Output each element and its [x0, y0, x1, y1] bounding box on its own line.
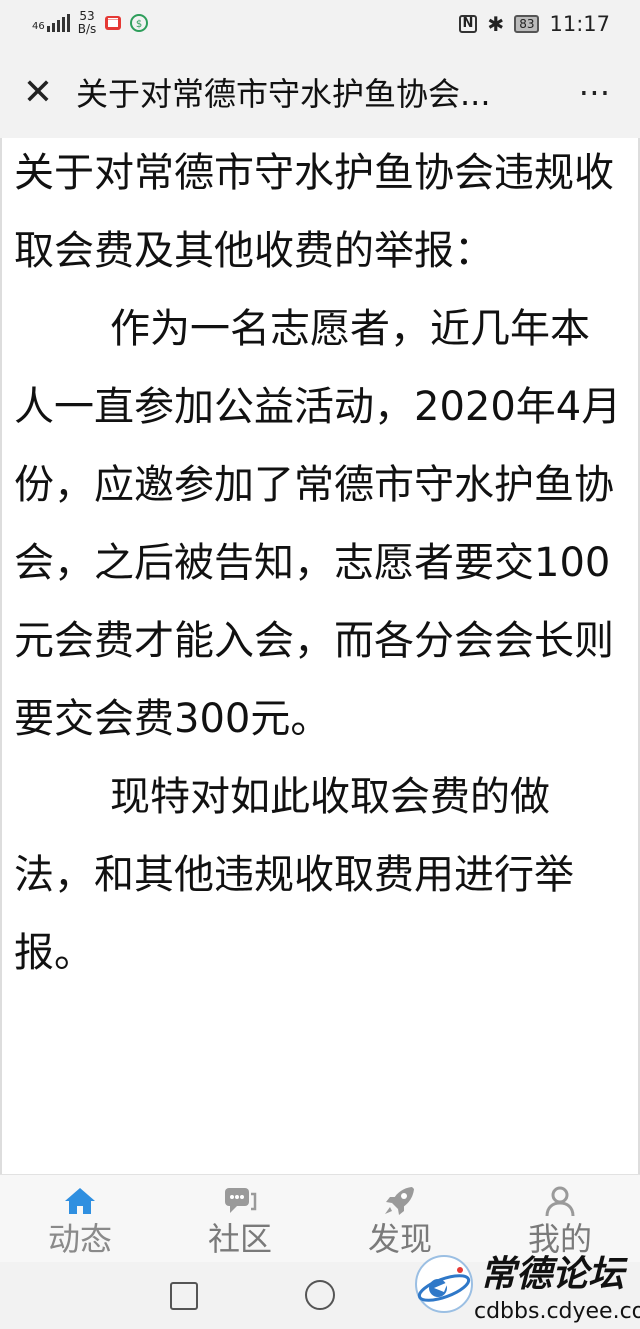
clock: 11:17 [549, 12, 610, 36]
network-speed: 53 B/s [78, 10, 97, 36]
close-icon: ✕ [22, 72, 54, 113]
rocket-icon [385, 1187, 414, 1215]
watermark-logo-icon [415, 1255, 473, 1313]
tab-mine[interactable]: 我的 [480, 1175, 640, 1263]
video-app-icon [105, 16, 122, 30]
signal-indicator: 46 [32, 14, 70, 32]
speed-unit: B/s [77, 22, 97, 36]
user-icon [545, 1186, 575, 1217]
more-button[interactable]: ⋯ [570, 74, 620, 114]
tab-dynamics[interactable]: 动态 [0, 1175, 160, 1263]
battery-icon: 83 [514, 15, 540, 33]
title-bar: ✕ 关于对常德市守水护鱼协会... ⋯ [0, 50, 640, 138]
chat-icon [225, 1188, 257, 1213]
tab-label: 社区 [207, 1220, 272, 1258]
network-type: 46 [32, 21, 45, 32]
tab-community[interactable]: 社区 [160, 1175, 320, 1263]
home-icon [65, 1188, 95, 1214]
watermark-title: 常德论坛 [480, 1253, 625, 1295]
article-paragraph: 作为一名志愿者，近几年本人一直参加公益活动，2020年4月份，应邀参加了常德市守… [14, 306, 622, 742]
nfc-icon: N [458, 15, 478, 33]
watermark-url: cdbbs.cdyee.com [474, 1299, 640, 1324]
article-paragraph: 现特对如此收取会费的做法，和其他违规收取费用进行举报。 [14, 774, 574, 976]
article-content[interactable]: 关于对常德市守水护鱼协会违规收取会费及其他收费的举报： 作为一名志愿者，近几年本… [0, 138, 640, 1174]
recent-apps-button[interactable] [170, 1282, 198, 1310]
status-bar: 46 53 B/s $ N ✱ 83 11:17 [0, 0, 640, 50]
status-left: 46 53 B/s $ [32, 10, 149, 36]
signal-bars-icon [46, 14, 70, 32]
more-icon: ⋯ [578, 73, 612, 111]
green-app-icon: $ [130, 14, 149, 32]
home-nav-button[interactable] [305, 1280, 335, 1310]
article-heading-paragraph: 关于对常德市守水护鱼协会违规收取会费及其他收费的举报： [14, 150, 614, 274]
svg-text:$: $ [136, 19, 142, 30]
page-title: 关于对常德市守水护鱼协会... [76, 75, 491, 113]
tab-label: 动态 [47, 1220, 112, 1258]
status-right: N ✱ 83 11:17 [458, 12, 610, 36]
bottom-tab-bar: 动态 社区 发现 我的 [0, 1174, 640, 1263]
close-button[interactable]: ✕ [20, 75, 56, 112]
bluetooth-icon: ✱ [487, 12, 505, 36]
